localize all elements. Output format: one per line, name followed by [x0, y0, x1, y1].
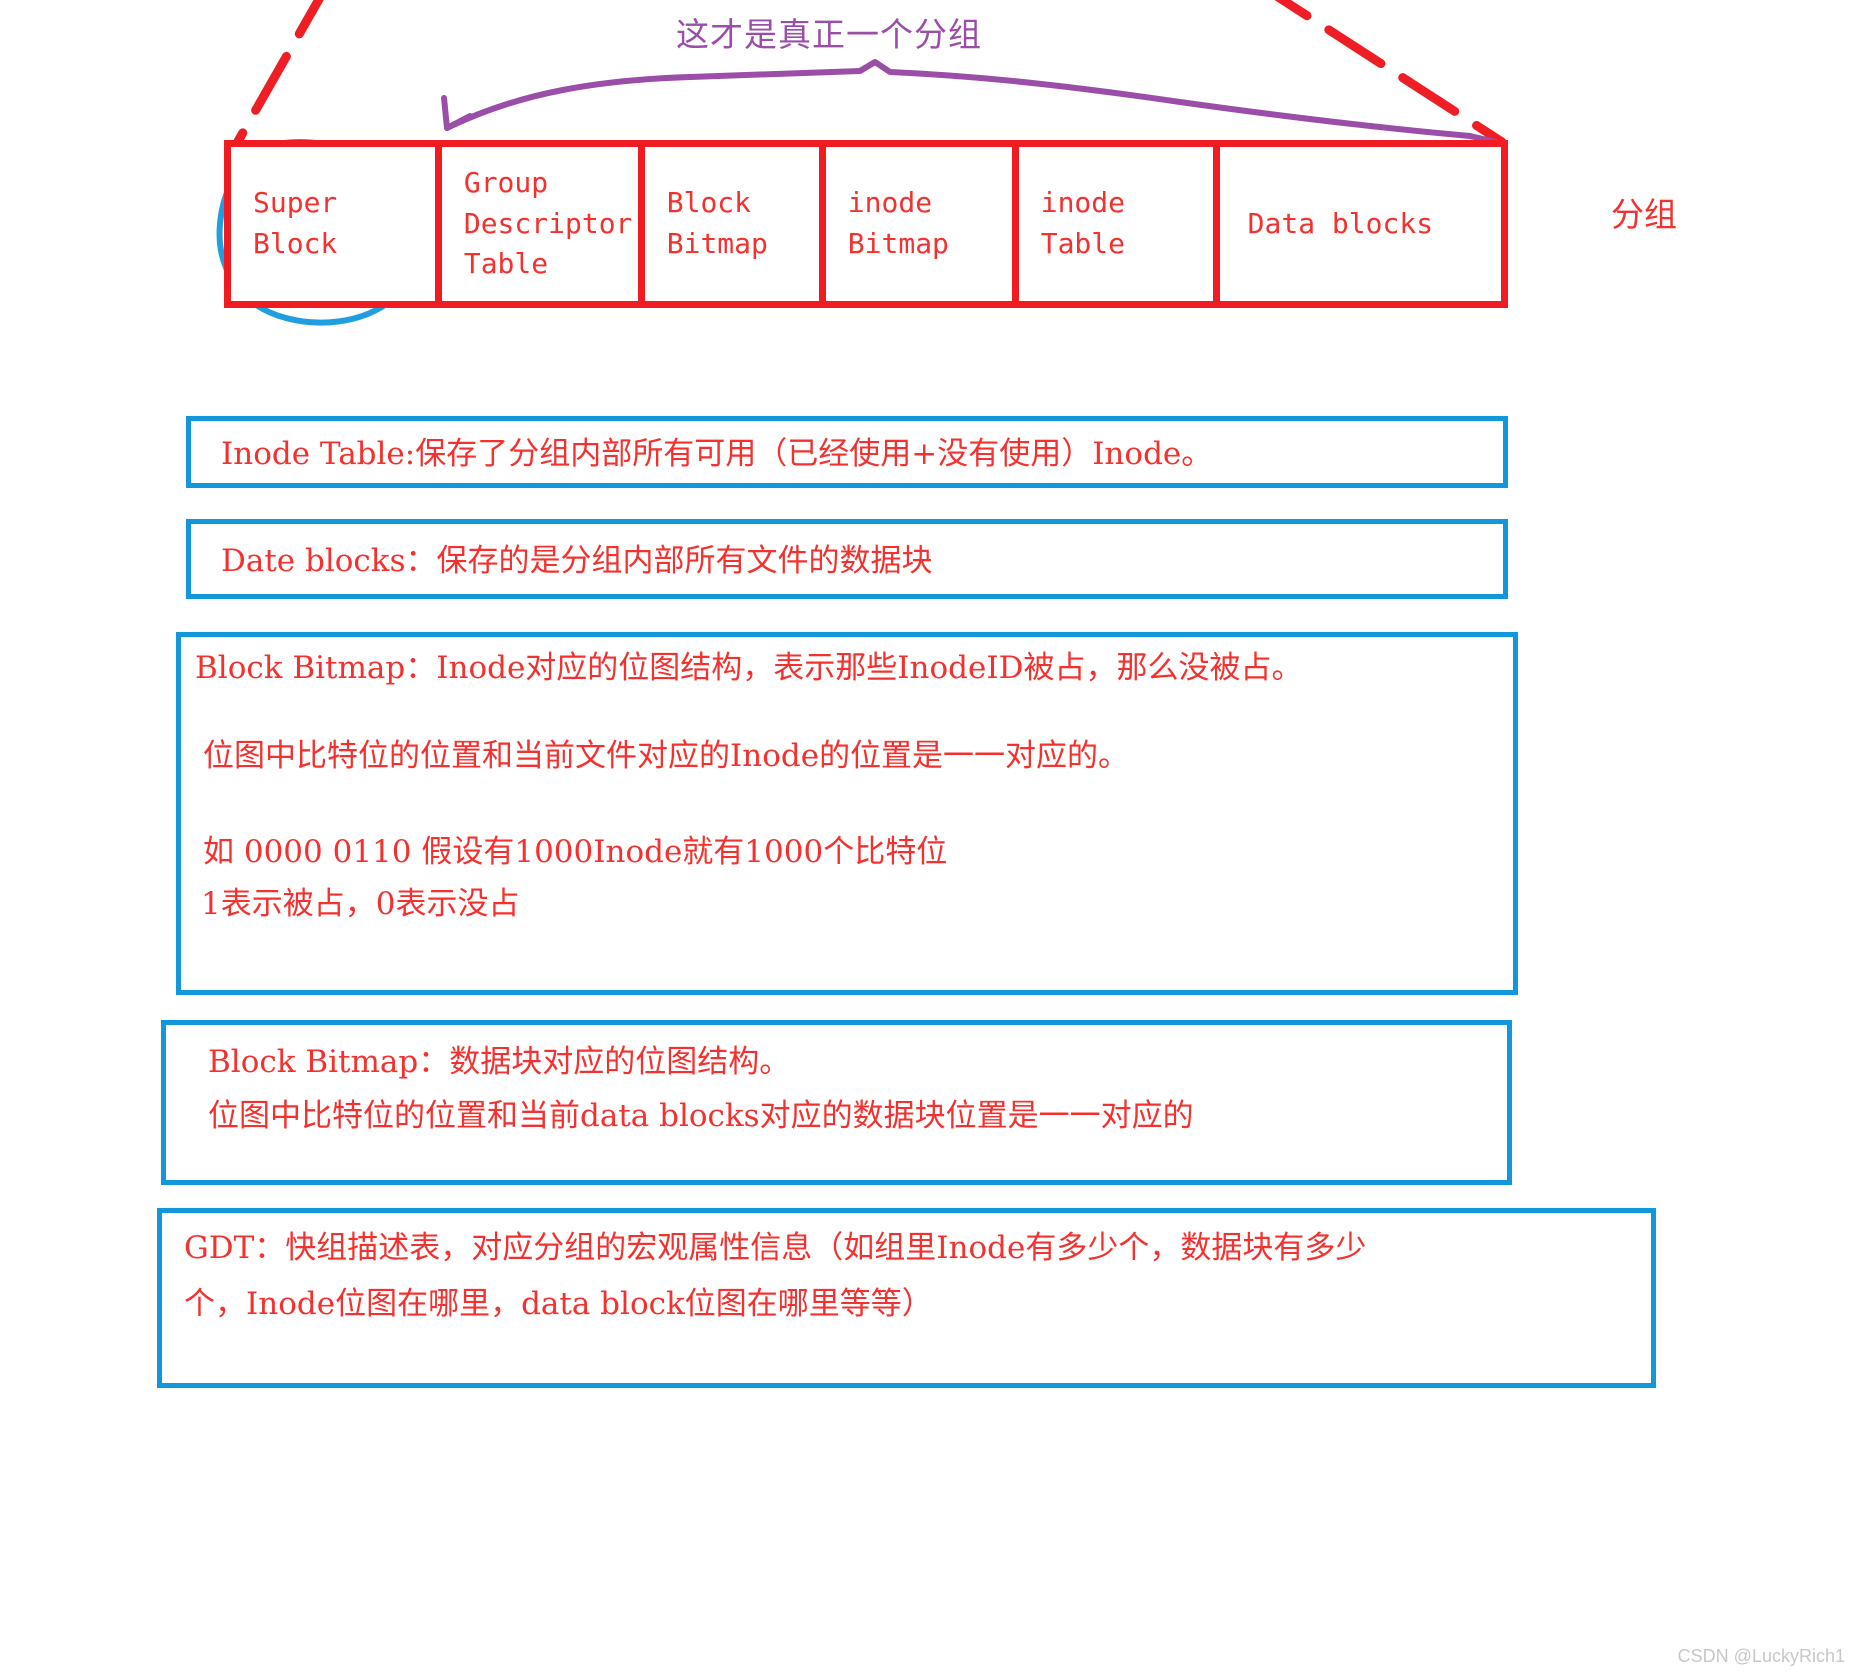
- cell-inode-bitmap: inode Bitmap: [826, 147, 1019, 301]
- note-gdt-line-1: GDT：快组描述表，对应分组的宏观属性信息（如组里Inode有多少个，数据块有多…: [184, 1230, 1367, 1266]
- group-caption: 这才是真正一个分组: [676, 15, 982, 54]
- note-inode-table-line-1: Inode Table:保存了分组内部所有可用（已经使用+没有使用）Inode。: [221, 436, 1213, 472]
- cell-data-blocks: Data blocks: [1220, 147, 1501, 301]
- note-gdt-line-2: 个，Inode位图在哪里，data block位图在哪里等等）: [184, 1286, 933, 1322]
- note-block-bitmap-data-line-1: Block Bitmap：数据块对应的位图结构。: [208, 1044, 791, 1080]
- cell-inode-bitmap-label: inode Bitmap: [847, 186, 949, 260]
- note-block-bitmap-inode-line-1: Block Bitmap：Inode对应的位图结构，表示那些InodeID被占，…: [195, 650, 1303, 686]
- note-block-bitmap-inode-line-2: 位图中比特位的位置和当前文件对应的Inode的位置是一一对应的。: [203, 738, 1130, 774]
- cell-inode-table: inode Table: [1019, 147, 1220, 301]
- note-box-block-bitmap-data: Block Bitmap：数据块对应的位图结构。 位图中比特位的位置和当前dat…: [161, 1020, 1512, 1185]
- note-box-data-blocks: Date blocks：保存的是分组内部所有文件的数据块: [186, 519, 1508, 599]
- cell-inode-table-label: inode Table: [1040, 186, 1126, 260]
- note-block-bitmap-inode-line-4: 1表示被占，0表示没占: [201, 886, 520, 922]
- group-span-bracket: [441, 59, 1499, 145]
- note-box-block-bitmap-inode: Block Bitmap：Inode对应的位图结构，表示那些InodeID被占，…: [176, 632, 1518, 995]
- csdn-watermark: CSDN @LuckyRich1: [1677, 1646, 1845, 1666]
- cell-group-descriptor-table-label: Group Descriptor Table: [463, 166, 633, 281]
- group-right-label: 分组: [1611, 195, 1677, 234]
- note-block-bitmap-data-line-2: 位图中比特位的位置和当前data blocks对应的数据块位置是一一对应的: [208, 1098, 1194, 1134]
- note-box-gdt: GDT：快组描述表，对应分组的宏观属性信息（如组里Inode有多少个，数据块有多…: [157, 1208, 1656, 1388]
- cell-block-bitmap: Block Bitmap: [645, 147, 826, 301]
- cell-super-block-label: Super Block: [253, 186, 338, 260]
- cell-super-block: Super Block: [231, 147, 442, 301]
- cell-block-bitmap-label: Block Bitmap: [666, 186, 768, 260]
- note-block-bitmap-inode-line-3: 如 0000 0110 假设有1000Inode就有1000个比特位: [203, 834, 948, 870]
- cell-group-descriptor-table: Group Descriptor Table: [442, 147, 645, 301]
- cell-data-blocks-label: Data blocks: [1247, 206, 1434, 240]
- block-group-strip: Super Block Group Descriptor Table Block…: [224, 140, 1508, 308]
- note-data-blocks-line-1: Date blocks：保存的是分组内部所有文件的数据块: [221, 543, 933, 579]
- note-box-inode-table: Inode Table:保存了分组内部所有可用（已经使用+没有使用）Inode。: [186, 416, 1508, 488]
